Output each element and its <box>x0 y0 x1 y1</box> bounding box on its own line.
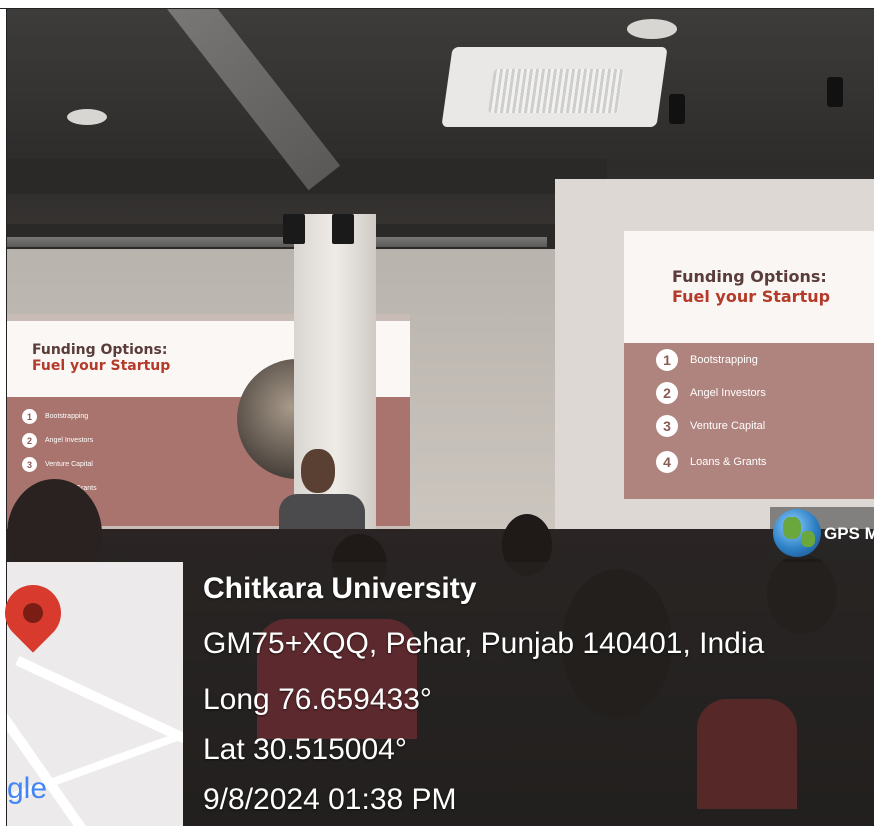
map-logo-text: gle <box>7 772 47 806</box>
slide-right: Funding Options: Fuel your Startup 1 Boo… <box>624 231 874 499</box>
slide-item: 2 Angel Investors <box>22 433 93 448</box>
item-label: Angel Investors <box>45 437 94 444</box>
slide-subtitle: Fuel your Startup <box>672 287 831 306</box>
slide-item: 2 Angel Investors <box>656 382 766 404</box>
slide-title: Funding Options: <box>32 342 168 358</box>
item-number: 4 <box>656 451 678 473</box>
slide-item: 1 Bootstrapping <box>656 349 758 371</box>
item-number: 3 <box>22 457 37 472</box>
map-road <box>7 695 98 826</box>
slide-item: 3 Venture Capital <box>22 457 93 472</box>
cable-tray <box>7 237 547 247</box>
presenter-head <box>301 449 335 493</box>
globe-icon <box>773 509 821 557</box>
latitude: Lat 30.515004° <box>203 733 407 766</box>
globe-land <box>801 531 815 547</box>
ceiling-fan <box>67 109 107 125</box>
item-label: Venture Capital <box>45 461 93 468</box>
slide-item: 1 Bootstrapping <box>22 409 88 424</box>
map-logo-fragment: gle <box>7 772 48 805</box>
item-label: Bootstrapping <box>690 354 758 366</box>
longitude: Long 76.659433° <box>203 683 432 716</box>
item-label: Loans & Grants <box>690 456 767 468</box>
slide-subtitle: Fuel your Startup <box>32 358 171 374</box>
slide-title: Funding Options: <box>672 267 827 286</box>
ac-vent <box>487 69 625 113</box>
item-number: 1 <box>656 349 678 371</box>
slide-item: 4 Loans & Grants <box>656 451 766 473</box>
globe-land <box>783 517 801 539</box>
location-name: Chitkara University <box>203 572 477 605</box>
item-label: Angel Investors <box>690 387 766 399</box>
wall-speaker <box>283 214 305 244</box>
item-number: 2 <box>22 433 37 448</box>
spot-lamp <box>827 77 843 107</box>
item-number: 1 <box>22 409 37 424</box>
map-pin-dot <box>23 603 43 623</box>
slide-item: 3 Venture Capital <box>656 415 765 437</box>
item-number: 2 <box>656 382 678 404</box>
item-label: Venture Capital <box>690 420 766 432</box>
timestamp: 9/8/2024 01:38 PM <box>203 783 457 816</box>
item-label: Bootstrapping <box>45 413 89 420</box>
wall-speaker <box>332 214 354 244</box>
ceiling-fan <box>627 19 677 39</box>
spot-lamp <box>669 94 685 124</box>
item-number: 3 <box>656 415 678 437</box>
location-address: GM75+XQQ, Pehar, Punjab 140401, India <box>203 627 765 660</box>
gps-badge-label: GPS M <box>824 524 874 543</box>
